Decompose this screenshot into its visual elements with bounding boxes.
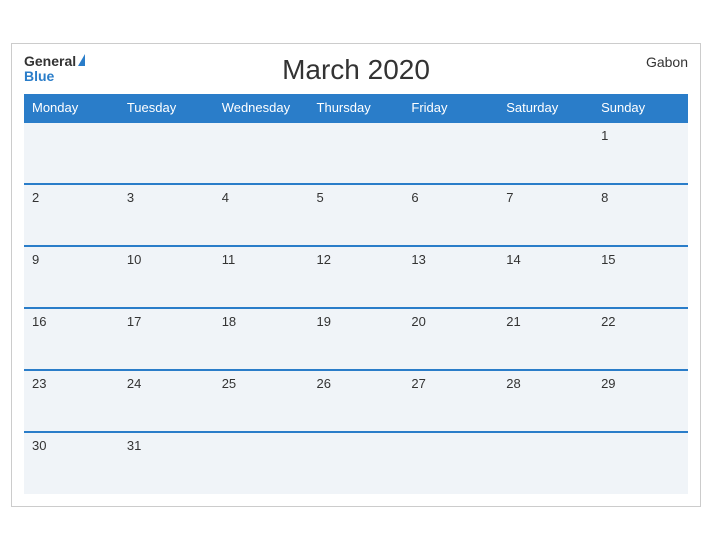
calendar-day bbox=[214, 122, 309, 184]
calendar-day: 2 bbox=[24, 184, 119, 246]
day-number: 11 bbox=[222, 252, 236, 267]
calendar-header-row: Monday Tuesday Wednesday Thursday Friday… bbox=[24, 94, 688, 122]
day-number: 29 bbox=[601, 376, 615, 391]
calendar-day: 19 bbox=[309, 308, 404, 370]
day-number: 1 bbox=[601, 128, 608, 143]
brand-logo: General Blue bbox=[24, 54, 85, 85]
day-number: 10 bbox=[127, 252, 141, 267]
calendar-day: 23 bbox=[24, 370, 119, 432]
calendar-day: 24 bbox=[119, 370, 214, 432]
col-thursday: Thursday bbox=[309, 94, 404, 122]
day-number: 5 bbox=[317, 190, 324, 205]
calendar-day: 7 bbox=[498, 184, 593, 246]
calendar-day bbox=[498, 432, 593, 494]
calendar-day: 3 bbox=[119, 184, 214, 246]
calendar-week-6: 30 31 bbox=[24, 432, 688, 494]
calendar-day: 1 bbox=[593, 122, 688, 184]
day-number: 12 bbox=[317, 252, 331, 267]
calendar-day: 31 bbox=[119, 432, 214, 494]
calendar-day: 4 bbox=[214, 184, 309, 246]
day-number: 22 bbox=[601, 314, 615, 329]
day-number: 18 bbox=[222, 314, 236, 329]
day-number: 7 bbox=[506, 190, 513, 205]
calendar-day: 8 bbox=[593, 184, 688, 246]
col-wednesday: Wednesday bbox=[214, 94, 309, 122]
calendar-day bbox=[593, 432, 688, 494]
calendar-day bbox=[403, 122, 498, 184]
calendar-day: 14 bbox=[498, 246, 593, 308]
brand-triangle-icon bbox=[78, 54, 85, 66]
calendar-title: March 2020 bbox=[282, 54, 430, 86]
calendar-day: 18 bbox=[214, 308, 309, 370]
calendar-week-1: 1 bbox=[24, 122, 688, 184]
country-label: Gabon bbox=[646, 54, 688, 70]
calendar-day: 27 bbox=[403, 370, 498, 432]
day-number: 20 bbox=[411, 314, 425, 329]
calendar-week-3: 9 10 11 12 13 14 15 bbox=[24, 246, 688, 308]
calendar-day: 21 bbox=[498, 308, 593, 370]
calendar-day: 28 bbox=[498, 370, 593, 432]
day-number: 17 bbox=[127, 314, 141, 329]
day-number: 24 bbox=[127, 376, 141, 391]
calendar-day: 13 bbox=[403, 246, 498, 308]
calendar-day: 12 bbox=[309, 246, 404, 308]
day-number: 4 bbox=[222, 190, 229, 205]
calendar-day bbox=[119, 122, 214, 184]
day-number: 23 bbox=[32, 376, 46, 391]
calendar-day: 15 bbox=[593, 246, 688, 308]
day-number: 30 bbox=[32, 438, 46, 453]
day-number: 16 bbox=[32, 314, 46, 329]
day-number: 13 bbox=[411, 252, 425, 267]
day-number: 19 bbox=[317, 314, 331, 329]
calendar-day bbox=[214, 432, 309, 494]
calendar-week-4: 16 17 18 19 20 21 22 bbox=[24, 308, 688, 370]
calendar-header: General Blue March 2020 Gabon bbox=[24, 54, 688, 86]
calendar-week-2: 2 3 4 5 6 7 8 bbox=[24, 184, 688, 246]
calendar-day bbox=[309, 122, 404, 184]
calendar-day: 26 bbox=[309, 370, 404, 432]
day-number: 25 bbox=[222, 376, 236, 391]
calendar-day: 25 bbox=[214, 370, 309, 432]
calendar-week-5: 23 24 25 26 27 28 29 bbox=[24, 370, 688, 432]
day-number: 8 bbox=[601, 190, 608, 205]
calendar-day bbox=[309, 432, 404, 494]
calendar-day: 20 bbox=[403, 308, 498, 370]
day-number: 9 bbox=[32, 252, 39, 267]
calendar-day bbox=[498, 122, 593, 184]
day-number: 3 bbox=[127, 190, 134, 205]
day-number: 2 bbox=[32, 190, 39, 205]
day-number: 6 bbox=[411, 190, 418, 205]
day-number: 15 bbox=[601, 252, 615, 267]
calendar-day: 30 bbox=[24, 432, 119, 494]
day-number: 31 bbox=[127, 438, 141, 453]
col-monday: Monday bbox=[24, 94, 119, 122]
col-saturday: Saturday bbox=[498, 94, 593, 122]
calendar-day: 9 bbox=[24, 246, 119, 308]
calendar-day: 6 bbox=[403, 184, 498, 246]
day-number: 21 bbox=[506, 314, 520, 329]
calendar-day: 22 bbox=[593, 308, 688, 370]
calendar-day: 17 bbox=[119, 308, 214, 370]
brand-blue-text: Blue bbox=[24, 69, 85, 84]
calendar-day: 16 bbox=[24, 308, 119, 370]
day-number: 14 bbox=[506, 252, 520, 267]
calendar-body: 1234567891011121314151617181920212223242… bbox=[24, 122, 688, 494]
calendar-day: 11 bbox=[214, 246, 309, 308]
col-sunday: Sunday bbox=[593, 94, 688, 122]
col-tuesday: Tuesday bbox=[119, 94, 214, 122]
day-number: 26 bbox=[317, 376, 331, 391]
calendar-day: 5 bbox=[309, 184, 404, 246]
day-number: 27 bbox=[411, 376, 425, 391]
calendar-day bbox=[24, 122, 119, 184]
calendar-day: 10 bbox=[119, 246, 214, 308]
calendar-day bbox=[403, 432, 498, 494]
calendar-table: Monday Tuesday Wednesday Thursday Friday… bbox=[24, 94, 688, 494]
brand-general-text: General bbox=[24, 54, 76, 69]
calendar-day: 29 bbox=[593, 370, 688, 432]
col-friday: Friday bbox=[403, 94, 498, 122]
calendar-container: General Blue March 2020 Gabon Monday Tue… bbox=[11, 43, 701, 507]
day-number: 28 bbox=[506, 376, 520, 391]
